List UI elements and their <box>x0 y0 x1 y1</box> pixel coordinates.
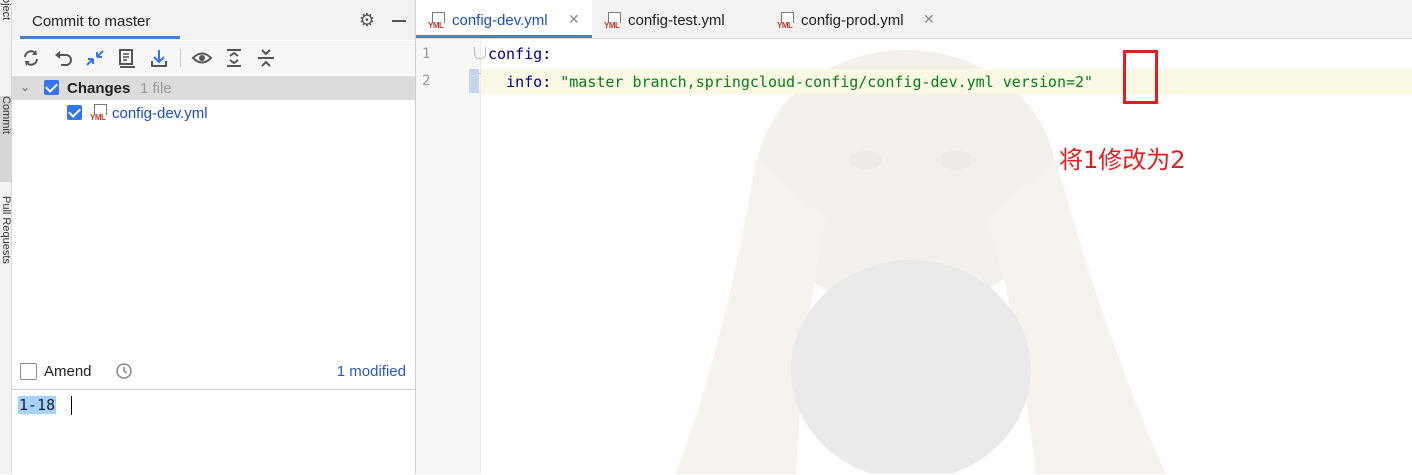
annotation-text: 将1修改为2 <box>1059 146 1186 174</box>
changes-file-count: 1 file <box>140 80 172 97</box>
commit-toolbar <box>12 41 415 75</box>
tab-label: config-prod.yml <box>801 12 904 29</box>
changes-group-checkbox[interactable] <box>44 80 59 95</box>
change-marker[interactable] <box>469 69 479 93</box>
editor-tab-bar: YML config-dev.yml ✕ YML config-test.yml… <box>416 0 1412 39</box>
yaml-colon: : <box>542 73 561 91</box>
commit-tool-tab[interactable]: Commit <box>0 96 11 182</box>
editor-gutter: 1 2 <box>416 39 486 474</box>
commit-message-input[interactable]: 1-18 <box>12 389 415 475</box>
tool-window-stripe: Project Commit Pull Requests <box>0 0 12 474</box>
yml-file-icon: YML <box>777 12 795 30</box>
changes-group-row[interactable]: ⌄ Changes 1 file <box>12 76 415 100</box>
pull-requests-tool-tab[interactable]: Pull Requests <box>0 196 11 306</box>
commit-message-text: 1-18 <box>18 396 57 414</box>
close-icon[interactable]: ✕ <box>923 12 935 28</box>
text-caret <box>71 396 72 415</box>
minimize-icon[interactable] <box>390 11 408 29</box>
list-item[interactable]: YML config-dev.yml <box>12 101 415 125</box>
amend-label[interactable]: Amend <box>44 363 92 380</box>
code-line[interactable]: info: "master branch,springcloud-config/… <box>488 73 1093 91</box>
active-tab-indicator <box>20 36 180 39</box>
changes-tree: ⌄ Changes 1 file YML config-dev.yml <box>12 76 415 356</box>
gear-icon[interactable]: ⚙ <box>357 11 377 31</box>
tab-config-dev[interactable]: YML config-dev.yml ✕ <box>416 0 592 38</box>
shelve-icon[interactable] <box>116 47 138 69</box>
panel-title[interactable]: Commit to master <box>32 13 150 30</box>
tab-config-test[interactable]: YML config-test.yml <box>592 0 765 38</box>
amend-checkbox[interactable] <box>20 363 37 380</box>
fold-start-icon[interactable] <box>474 47 486 59</box>
rollback-icon[interactable] <box>52 47 74 69</box>
toolbar-separator <box>180 49 181 67</box>
refresh-icon[interactable] <box>20 47 42 69</box>
commit-panel: Commit to master ⚙ ⌄ Changes 1 file YML … <box>12 0 416 475</box>
commit-panel-header: Commit to master ⚙ <box>12 0 415 40</box>
line-number: 1 <box>422 46 431 62</box>
chevron-down-icon[interactable]: ⌄ <box>20 80 34 94</box>
editor-area: YML config-dev.yml ✕ YML config-test.yml… <box>416 0 1412 474</box>
yaml-string-value: "master branch,springcloud-config/config… <box>560 73 1094 91</box>
project-tool-tab[interactable]: Project <box>0 0 11 76</box>
background-watermark-image <box>676 50 1166 474</box>
yml-file-icon: YML <box>90 104 108 122</box>
expand-all-icon[interactable] <box>223 47 245 69</box>
amend-row: Amend 1 modified <box>12 358 415 388</box>
changes-group-label: Changes <box>67 80 131 97</box>
tab-config-prod[interactable]: YML config-prod.yml ✕ <box>765 0 943 38</box>
yaml-colon: : <box>542 45 552 63</box>
active-tab-indicator <box>416 35 592 38</box>
clock-icon[interactable] <box>115 362 133 380</box>
highlight-annotation-box <box>1123 50 1158 104</box>
tab-label: config-test.yml <box>628 12 725 29</box>
yml-file-icon: YML <box>604 12 622 30</box>
yaml-key: config <box>488 45 543 63</box>
code-line[interactable]: config: <box>488 45 551 63</box>
collapse-all-icon[interactable] <box>255 47 277 69</box>
tab-label: config-dev.yml <box>452 12 548 29</box>
line-number: 2 <box>422 73 431 89</box>
yaml-key: info <box>506 73 543 91</box>
file-checkbox[interactable] <box>67 105 82 120</box>
close-icon[interactable]: ✕ <box>568 12 580 28</box>
modified-files-link[interactable]: 1 modified <box>337 363 406 380</box>
yml-file-icon: YML <box>428 12 446 30</box>
download-icon[interactable] <box>148 47 170 69</box>
file-name: config-dev.yml <box>112 105 208 122</box>
show-diff-icon[interactable] <box>84 47 106 69</box>
eye-icon[interactable] <box>191 47 213 69</box>
